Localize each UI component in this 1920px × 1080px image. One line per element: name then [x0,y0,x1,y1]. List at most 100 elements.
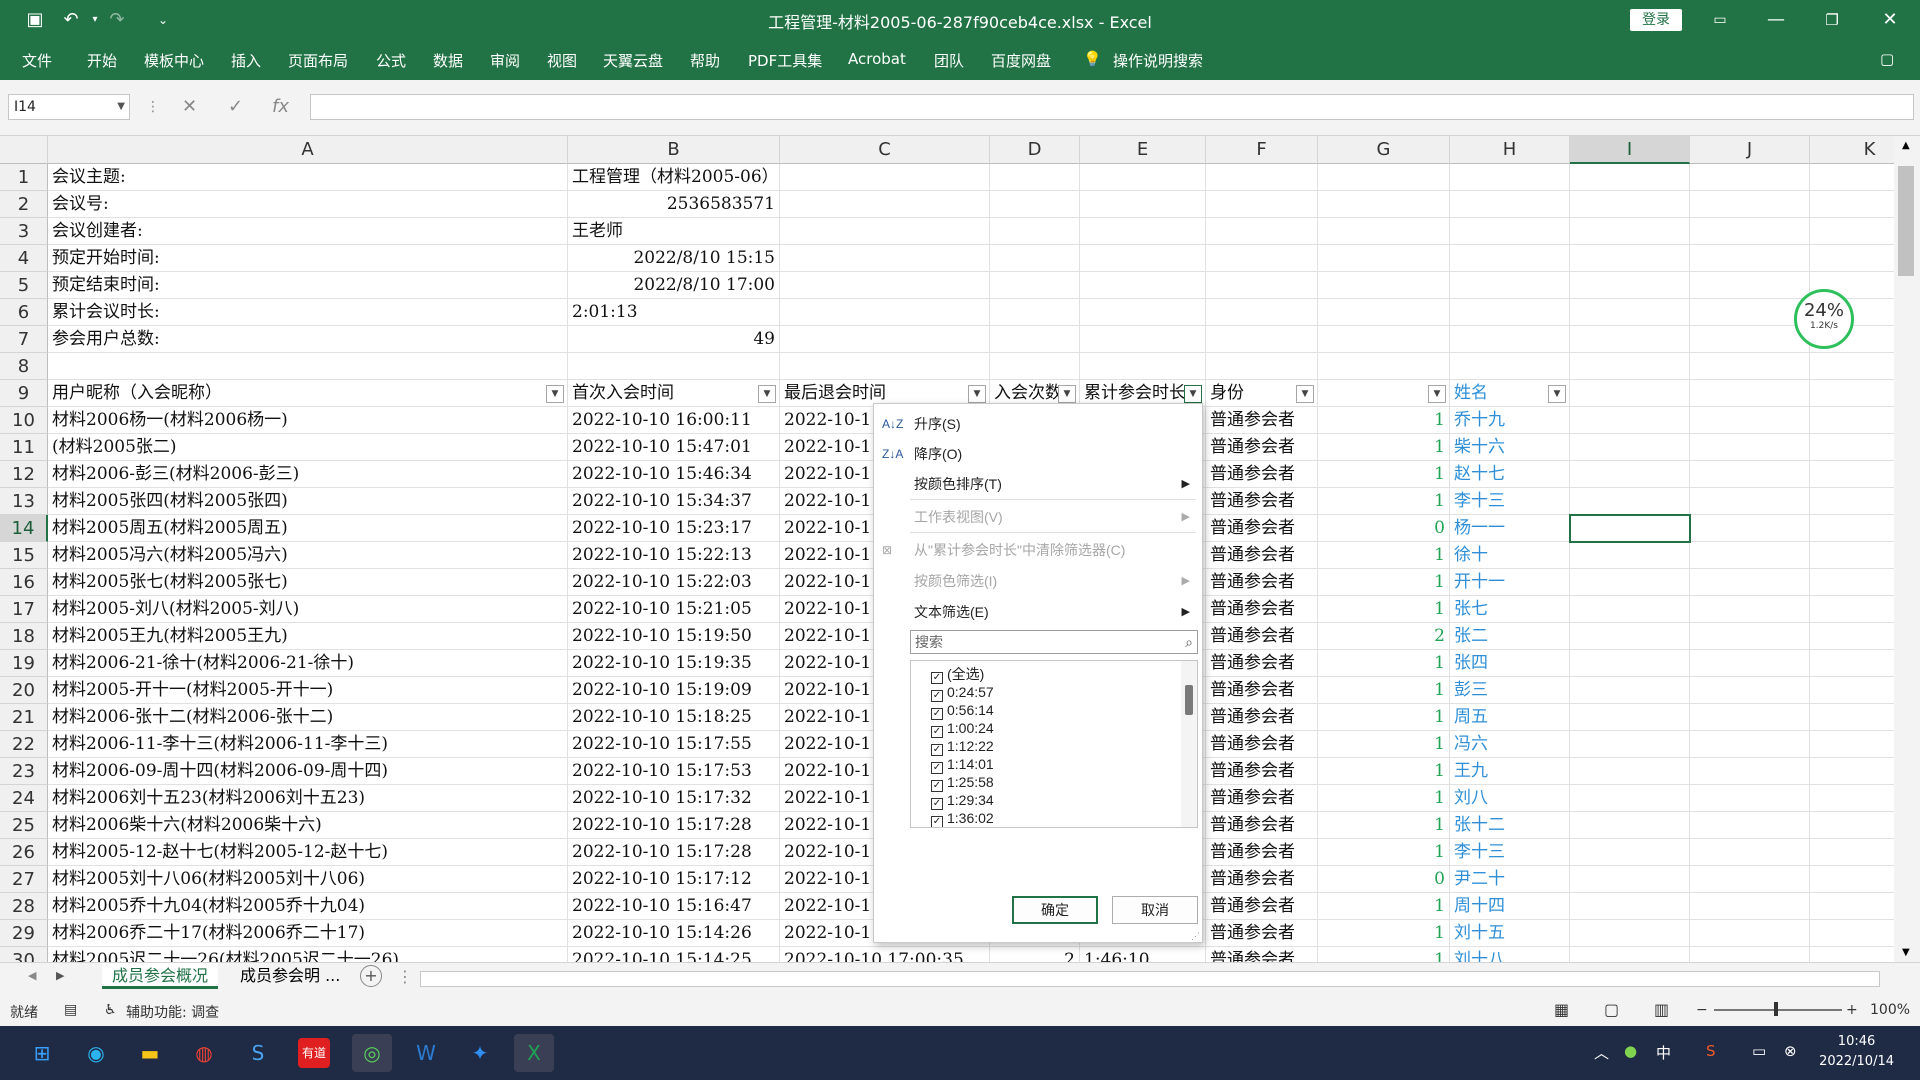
scroll-up-icon[interactable]: ▲ [1902,140,1910,151]
cell-i5[interactable] [1570,272,1690,299]
row-header-14[interactable]: 14 [0,515,48,542]
tab-templates[interactable]: 模板中心 [144,50,204,71]
cell-j30[interactable] [1690,947,1810,962]
cell-e6[interactable] [1080,299,1206,326]
cell-b14[interactable]: 2022-10-10 15:23:17 [568,515,780,542]
cell-j10[interactable] [1690,407,1810,434]
browser-icon[interactable]: ◎ [352,1034,392,1072]
cell-h28[interactable]: 周十四 [1450,893,1570,920]
cell-b1[interactable]: 工程管理（材料2005-06） [568,164,780,191]
cell-f19[interactable]: 普通参会者 [1206,650,1318,677]
cell-k10[interactable] [1810,407,1894,434]
cell-i26[interactable] [1570,839,1690,866]
row-header-7[interactable]: 7 [0,326,48,353]
cell-g14[interactable]: 0 [1318,515,1450,542]
cell-i10[interactable] [1570,407,1690,434]
cell-h15[interactable]: 徐十 [1450,542,1570,569]
cell-d7[interactable] [990,326,1080,353]
tab-data[interactable]: 数据 [433,50,463,71]
filter-dropdown-button-d[interactable]: ▼ [1058,385,1076,403]
cell-e2[interactable] [1080,191,1206,218]
cell-i21[interactable] [1570,704,1690,731]
cell-k27[interactable] [1810,866,1894,893]
cell-i3[interactable] [1570,218,1690,245]
excel-icon[interactable]: X [514,1034,554,1072]
cell-i18[interactable] [1570,623,1690,650]
cell-e7[interactable] [1080,326,1206,353]
cell-k8[interactable] [1810,353,1894,380]
network-icon[interactable]: ⊗ [1784,1042,1797,1060]
cell-j1[interactable] [1690,164,1810,191]
formula-input[interactable] [310,94,1914,120]
cell-k28[interactable] [1810,893,1894,920]
chevron-down-icon[interactable]: ▼ [117,95,125,119]
ribbon-display-icon[interactable]: ▭ [1700,6,1740,34]
cell-k21[interactable] [1810,704,1894,731]
cell-h14[interactable]: 杨一一 [1450,515,1570,542]
cell-j17[interactable] [1690,596,1810,623]
menu-text-filter[interactable]: 文本筛选(E) [914,600,989,624]
cell-j16[interactable] [1690,569,1810,596]
row-header-3[interactable]: 3 [0,218,48,245]
row-header-5[interactable]: 5 [0,272,48,299]
cell-b7[interactable]: 49 [568,326,780,353]
cell-j15[interactable] [1690,542,1810,569]
sheet-tab-active[interactable]: 成员参会概况 [102,963,219,989]
filter-dropdown-button-f[interactable]: ▼ [1296,385,1314,403]
zoom-slider[interactable] [1714,1009,1842,1011]
cell-i28[interactable] [1570,893,1690,920]
cell-j6[interactable] [1690,299,1810,326]
cell-a5[interactable]: 预定结束时间: [48,272,568,299]
cell-h16[interactable]: 开十一 [1450,569,1570,596]
signin-button[interactable]: 登录 [1630,9,1682,31]
cell-b8[interactable] [568,353,780,380]
row-header-16[interactable]: 16 [0,569,48,596]
zoom-slider-thumb[interactable] [1774,1002,1778,1016]
cell-i22[interactable] [1570,731,1690,758]
cell-b2[interactable]: 2536583571 [568,191,780,218]
cell-a20[interactable]: 材料2005-开十一(材料2005-开十一) [48,677,568,704]
cell-h2[interactable] [1450,191,1570,218]
cell-f20[interactable]: 普通参会者 [1206,677,1318,704]
cell-f12[interactable]: 普通参会者 [1206,461,1318,488]
row-header-17[interactable]: 17 [0,596,48,623]
row-header-2[interactable]: 2 [0,191,48,218]
cell-a19[interactable]: 材料2006-21-徐十(材料2006-21-徐十) [48,650,568,677]
cell-e8[interactable] [1080,353,1206,380]
cell-j7[interactable] [1690,326,1810,353]
cell-a1[interactable]: 会议主题: [48,164,568,191]
cell-h12[interactable]: 赵十七 [1450,461,1570,488]
vertical-scrollbar[interactable]: ▲ ▼ [1894,136,1920,962]
cell-f4[interactable] [1206,245,1318,272]
cell-i19[interactable] [1570,650,1690,677]
column-header-e[interactable]: E [1080,136,1206,164]
cell-i11[interactable] [1570,434,1690,461]
cell-b22[interactable]: 2022-10-10 15:17:55 [568,731,780,758]
cell-a9[interactable]: 用户昵称（入会昵称） [48,380,568,407]
tab-review[interactable]: 审阅 [490,50,520,71]
cell-j29[interactable] [1690,920,1810,947]
network-speed-widget[interactable]: 24% 1.2K/s [1794,289,1854,349]
cell-g22[interactable]: 1 [1318,731,1450,758]
comments-icon[interactable]: ▢ [1880,50,1894,68]
cell-a25[interactable]: 材料2006柴十六(材料2006柴十六) [48,812,568,839]
cell-b25[interactable]: 2022-10-10 15:17:28 [568,812,780,839]
tab-view[interactable]: 视图 [547,50,577,71]
cell-f1[interactable] [1206,164,1318,191]
tab-file[interactable]: 文件 [22,50,52,71]
cell-k22[interactable] [1810,731,1894,758]
cell-f18[interactable]: 普通参会者 [1206,623,1318,650]
row-header-22[interactable]: 22 [0,731,48,758]
cell-i1[interactable] [1570,164,1690,191]
prev-sheet-icon[interactable]: ◀ [28,969,36,982]
cell-a17[interactable]: 材料2005-刘八(材料2005-刘八) [48,596,568,623]
cell-h30[interactable]: 刘十八 [1450,947,1570,962]
restore-button[interactable]: ❐ [1812,6,1852,34]
cell-j19[interactable] [1690,650,1810,677]
insert-function-icon[interactable]: fx [272,94,289,120]
chrome-icon[interactable]: ◍ [184,1034,224,1072]
cell-g15[interactable]: 1 [1318,542,1450,569]
cell-j23[interactable] [1690,758,1810,785]
cell-b4[interactable]: 2022/8/10 15:15 [568,245,780,272]
cell-k17[interactable] [1810,596,1894,623]
